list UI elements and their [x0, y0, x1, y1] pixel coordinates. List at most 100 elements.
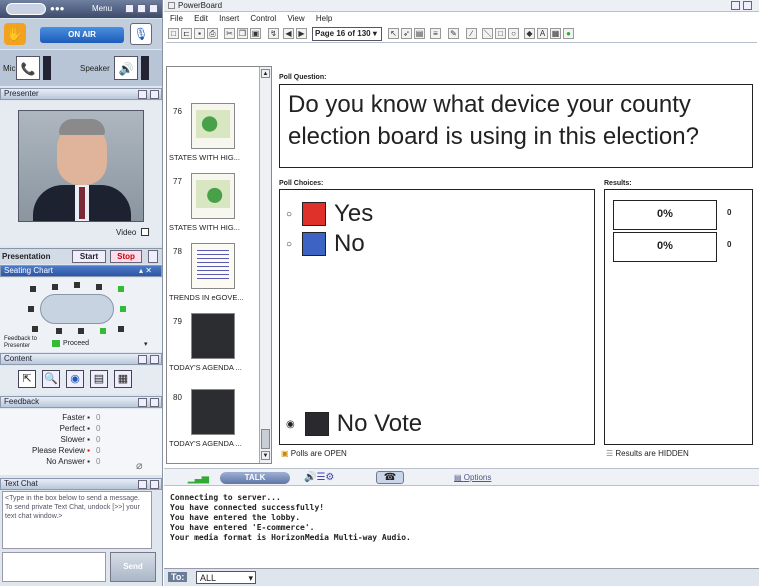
- pin-icon[interactable]: ▴ ✕: [139, 266, 152, 276]
- slide-thumbnail[interactable]: 78 TRENDS IN eGOVE...: [167, 243, 259, 307]
- microphone-icon[interactable]: 🎙: [130, 23, 152, 45]
- paste-icon[interactable]: ▣: [250, 28, 261, 39]
- grid-tool-icon[interactable]: ▦: [550, 28, 561, 39]
- radio-button-selected[interactable]: ◉: [286, 419, 295, 430]
- pointer-tool-icon[interactable]: ➶: [401, 28, 412, 39]
- marker-icon[interactable]: ∕: [466, 28, 477, 39]
- line-tool-icon[interactable]: ＼: [482, 28, 493, 39]
- menu-help[interactable]: Help: [316, 14, 332, 23]
- radio-button[interactable]: ○: [286, 239, 292, 250]
- fill-tool-icon[interactable]: ◆: [524, 28, 535, 39]
- speaker-toggle-icon[interactable]: 🔊: [114, 56, 138, 80]
- close-icon[interactable]: [150, 480, 159, 489]
- start-button[interactable]: Start: [72, 250, 106, 263]
- rectangle-tool-icon[interactable]: □: [495, 28, 506, 39]
- chat-line: You have entered the lobby.: [170, 513, 301, 522]
- minimize-icon[interactable]: [125, 4, 134, 13]
- audio-controls-icon[interactable]: 🔊☰⚙: [304, 472, 334, 483]
- slide-thumbnail[interactable]: 79 TODAY'S AGENDA ...: [167, 313, 259, 377]
- recipient-select[interactable]: ALL ▾: [196, 571, 256, 584]
- presenter-hair: [59, 119, 105, 135]
- left-top-bar: ●●● Menu: [0, 0, 162, 18]
- media-content-icon[interactable]: ▤: [90, 370, 108, 388]
- undock-icon[interactable]: [138, 355, 147, 364]
- cut-icon[interactable]: ✂: [224, 28, 235, 39]
- restore-icon[interactable]: [731, 1, 740, 10]
- next-page-icon[interactable]: ▶: [296, 28, 307, 39]
- close-icon[interactable]: [150, 398, 159, 407]
- poll-choice-no-vote[interactable]: ◉ No Vote: [286, 410, 422, 438]
- feedback-counts: 0 0 0 0 0: [96, 412, 100, 467]
- on-air-button[interactable]: ON AIR: [40, 27, 124, 43]
- copy-icon[interactable]: ❐: [237, 28, 248, 39]
- save-icon[interactable]: ▪: [194, 28, 205, 39]
- poll-choice-no[interactable]: ○ No: [286, 230, 365, 258]
- slide-image: [191, 103, 235, 149]
- pen-icon[interactable]: ✎: [448, 28, 459, 39]
- menu-insert[interactable]: Insert: [219, 14, 239, 23]
- us-map-icon: [196, 110, 230, 138]
- print-icon[interactable]: ⎙: [207, 28, 218, 39]
- result-count: 0: [727, 240, 732, 249]
- feedback-dropdown-icon[interactable]: ▾: [144, 340, 148, 348]
- mic-toggle-icon[interactable]: 📞: [16, 56, 40, 80]
- telephone-icon[interactable]: ☎: [376, 471, 404, 484]
- page-selector[interactable]: Page 16 of 130 ▾: [312, 27, 382, 41]
- scroll-thumb[interactable]: [261, 429, 270, 449]
- line-width-icon[interactable]: ≡: [430, 28, 441, 39]
- previous-page-icon[interactable]: ◀: [283, 28, 294, 39]
- results-hidden-status[interactable]: ☰ Results are HIDDEN: [606, 449, 689, 458]
- text-chat-input[interactable]: [2, 552, 106, 582]
- new-icon[interactable]: □: [168, 28, 179, 39]
- send-button[interactable]: Send: [110, 552, 156, 582]
- document-content-icon[interactable]: ▦: [114, 370, 132, 388]
- undock-icon[interactable]: [138, 398, 147, 407]
- menu-view[interactable]: View: [287, 14, 304, 23]
- speaker-label: Speaker: [80, 64, 110, 73]
- pointer-tool-icon[interactable]: ⇱: [18, 370, 36, 388]
- screen-tool-icon[interactable]: ▤: [414, 28, 425, 39]
- audio-bar: ▁▃▅ TALK 🔊☰⚙ ☎ ▤ Options: [164, 468, 759, 486]
- thumbnail-scrollbar[interactable]: ▲ ▼: [259, 67, 271, 463]
- chat-line: You have entered 'E-commerce'.: [170, 523, 315, 532]
- slide-thumbnail[interactable]: 76 STATES WITH HIG...: [167, 103, 259, 167]
- web-content-icon[interactable]: ◉: [66, 370, 84, 388]
- ellipse-tool-icon[interactable]: ○: [508, 28, 519, 39]
- feedback-title: Feedback: [4, 397, 40, 406]
- slide-thumbnail[interactable]: 80 TODAY'S AGENDA ...: [167, 389, 259, 453]
- scroll-down-icon[interactable]: ▼: [261, 451, 270, 460]
- radio-button[interactable]: ○: [286, 209, 292, 220]
- undock-icon[interactable]: [138, 480, 147, 489]
- video-checkbox[interactable]: [141, 228, 149, 236]
- close-icon[interactable]: [150, 355, 159, 364]
- stop-button[interactable]: Stop: [110, 250, 142, 263]
- sync-icon[interactable]: ↯: [268, 28, 279, 39]
- close-icon[interactable]: [150, 90, 159, 99]
- text-tool-icon[interactable]: A: [537, 28, 548, 39]
- close-icon[interactable]: [743, 1, 752, 10]
- close-icon[interactable]: [149, 4, 158, 13]
- slide-thumbnail[interactable]: 77 STATES WITH HIG...: [167, 173, 259, 237]
- menu-control[interactable]: Control: [250, 14, 276, 23]
- presentation-more-icon[interactable]: [148, 250, 158, 263]
- color-tool-icon[interactable]: ●: [563, 28, 574, 39]
- menu-edit[interactable]: Edit: [194, 14, 208, 23]
- polls-open-status[interactable]: ▣ Polls are OPEN: [281, 449, 347, 458]
- maximize-icon[interactable]: [137, 4, 146, 13]
- search-content-icon[interactable]: 🔍: [42, 370, 60, 388]
- seat-icon: [52, 284, 58, 290]
- options-link[interactable]: ▤ Options: [454, 473, 491, 482]
- menu-file[interactable]: File: [170, 14, 183, 23]
- menu-button[interactable]: Menu: [92, 4, 112, 13]
- seat-icon: [74, 282, 80, 288]
- eraser-icon[interactable]: ⌀: [136, 459, 143, 472]
- scroll-up-icon[interactable]: ▲: [261, 69, 270, 78]
- undock-icon[interactable]: [138, 90, 147, 99]
- talk-button[interactable]: TALK: [220, 472, 290, 484]
- open-icon[interactable]: ⊏: [181, 28, 192, 39]
- slide-caption: TRENDS IN eGOVE...: [169, 293, 244, 302]
- poll-choice-yes[interactable]: ○ Yes: [286, 200, 373, 228]
- select-tool-icon[interactable]: ↖: [388, 28, 399, 39]
- hand-raise-icon[interactable]: ✋: [4, 23, 26, 45]
- speaker-level-meter: [141, 56, 149, 80]
